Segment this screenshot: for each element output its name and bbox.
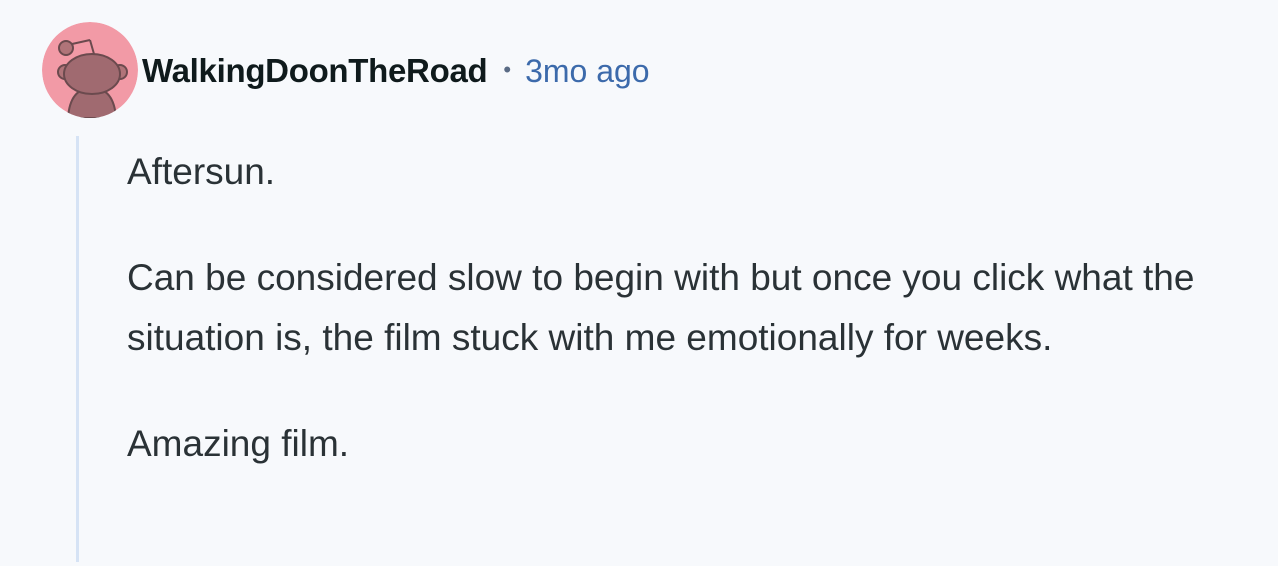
snoo-avatar-icon: [42, 22, 138, 118]
comment-paragraph: Amazing film.: [127, 423, 350, 464]
username-link[interactable]: WalkingDoonTheRoad: [142, 52, 488, 90]
meta-separator: •: [503, 57, 512, 82]
user-avatar[interactable]: [42, 22, 138, 118]
comment-body: Aftersun. Can be considered slow to begi…: [127, 142, 1247, 474]
thread-collapse-line[interactable]: [76, 136, 79, 562]
comment-paragraph: Aftersun.: [127, 151, 276, 192]
comment-paragraph: Can be considered slow to begin with but…: [127, 257, 1195, 358]
comment-header: WalkingDoonTheRoad • 3mo ago: [142, 50, 650, 92]
comment: WalkingDoonTheRoad • 3mo ago Aftersun. C…: [0, 0, 1278, 566]
timestamp-link[interactable]: 3mo ago: [525, 53, 650, 90]
